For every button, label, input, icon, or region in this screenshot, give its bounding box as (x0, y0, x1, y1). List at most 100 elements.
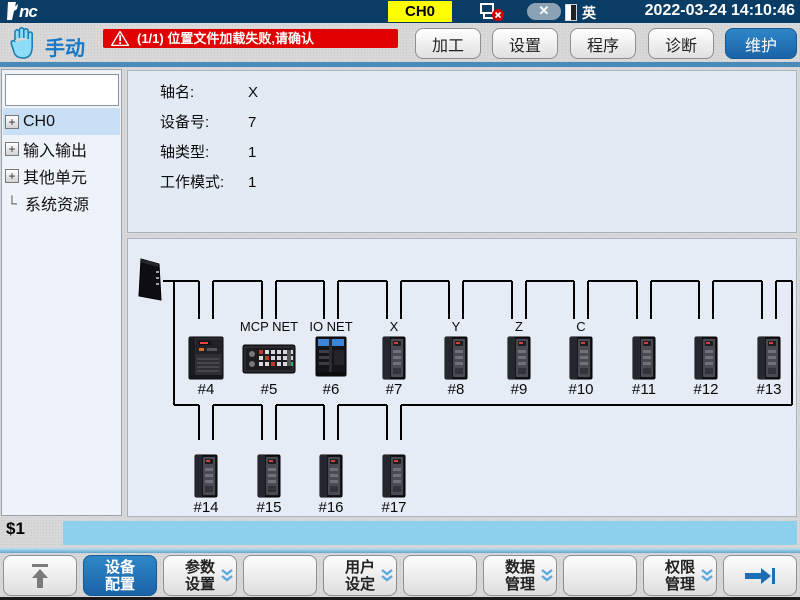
device-number-label: #16 (318, 499, 343, 516)
toolbar-button-device-config[interactable]: 设备配置 (83, 555, 157, 596)
expand-icon[interactable]: + (5, 169, 19, 183)
chevron-down-icon (700, 568, 714, 589)
menu-tab-diagnosis[interactable]: 诊断 (648, 28, 714, 59)
device-number-label: #17 (381, 499, 406, 516)
device-number-label: #7 (386, 381, 403, 398)
device-number-label: #15 (256, 499, 281, 516)
info-row: 轴名:X (160, 81, 258, 102)
info-label: 轴名: (160, 81, 248, 102)
device-node-5[interactable] (243, 345, 295, 373)
menu-underline (0, 62, 800, 67)
device-number-label: #12 (693, 381, 718, 398)
expand-icon[interactable]: + (5, 115, 19, 129)
device-node-17[interactable] (383, 455, 405, 497)
device-number-label: #8 (448, 381, 465, 398)
info-row: 设备号:7 (160, 111, 256, 132)
toolbar-button-data-management[interactable]: 数据管理 (483, 555, 557, 596)
device-node-11[interactable] (633, 337, 655, 379)
device-node-10[interactable] (570, 337, 592, 379)
info-value: 1 (248, 174, 256, 191)
device-axis-label: Y (452, 319, 461, 334)
toolbar-button-empty-2[interactable] (403, 555, 477, 596)
mode-label: 手动 (45, 32, 85, 61)
status-channel-label: $1 (6, 519, 25, 539)
device-number-label: #9 (511, 381, 528, 398)
sidebar-item-label: CH0 (23, 113, 55, 131)
device-node-4[interactable] (189, 337, 223, 379)
info-label: 工作模式: (160, 171, 248, 192)
menu-tab-machining[interactable]: 加工 (415, 28, 481, 59)
svg-text:nc: nc (19, 2, 38, 21)
alarm-banner[interactable]: (1/1) 位置文件加载失败,请确认 (103, 29, 398, 48)
channel-badge: CH0 (388, 1, 452, 22)
topology-panel: #4 MCP NET#5 IO NET#6 X#7 Y#8 (127, 238, 797, 517)
topology-diagram: #4 MCP NET#5 IO NET#6 X#7 Y#8 (128, 239, 796, 516)
toolbar-separator (0, 548, 800, 553)
input-strip[interactable] (63, 521, 797, 545)
device-axis-label: Z (515, 319, 523, 334)
next-arrow-icon (743, 566, 777, 586)
toolbar-button-label: 参数设置 (185, 559, 215, 593)
menu-tab-settings[interactable]: 设置 (492, 28, 558, 59)
alarm-text: (1/1) 位置文件加载失败,请确认 (137, 31, 314, 46)
device-node-9[interactable] (508, 337, 530, 379)
device-node-7[interactable] (383, 337, 405, 379)
language-label: 英 (582, 3, 596, 23)
toolbar-button-next-page[interactable] (723, 555, 797, 596)
menu-tab-maintenance[interactable]: 维护 (725, 28, 797, 59)
brand-logo: nc (6, 0, 66, 27)
chevron-down-icon (220, 568, 234, 589)
info-label: 轴类型: (160, 141, 248, 162)
sidebar-item-system-resources[interactable]: └系统资源 (3, 189, 120, 216)
device-node-15[interactable] (258, 455, 280, 497)
datetime-label: 2022-03-24 14:10:46 (645, 2, 795, 20)
device-node-16[interactable] (320, 455, 342, 497)
sidebar-item-input-output[interactable]: + 输入输出 (3, 135, 120, 162)
info-value: 1 (248, 144, 256, 161)
cnc-screen: nc CH0 ✕ 英 2022-03-24 14:10:46 手动 (1/1) … (0, 0, 800, 600)
device-number-label: #6 (323, 381, 340, 398)
device-node-8[interactable] (445, 337, 467, 379)
info-value: 7 (248, 114, 256, 131)
sidebar-item-ch0[interactable]: + CH0 (3, 108, 120, 135)
sidebar-tree-panel: + CH0 + 输入输出 + 其他单元└系统资源 (1, 69, 122, 516)
disconnect-x-icon: ✕ (527, 3, 561, 20)
device-number-label: #11 (632, 381, 656, 398)
hand-icon (8, 26, 38, 65)
expand-icon[interactable]: + (5, 142, 19, 156)
chevron-down-icon (540, 568, 554, 589)
warning-icon (111, 31, 129, 46)
toolbar-button-empty-3[interactable] (563, 555, 637, 596)
header-bar: nc CH0 ✕ 英 2022-03-24 14:10:46 (0, 0, 800, 23)
chevron-down-icon (380, 568, 394, 589)
toolbar-button-label: 设备配置 (105, 559, 135, 593)
device-number-label: #5 (261, 381, 278, 398)
device-axis-label: IO NET (309, 319, 352, 334)
device-node-12[interactable] (695, 337, 717, 379)
info-row: 轴类型:1 (160, 141, 256, 162)
axis-info-panel: 轴名:X设备号:7轴类型:1工作模式:1 (127, 70, 797, 233)
info-value: X (248, 84, 258, 101)
device-node-14[interactable] (195, 455, 217, 497)
tree-elbow-icon: └ (7, 195, 21, 211)
device-axis-label: X (390, 319, 399, 334)
sidebar-item-other-units[interactable]: + 其他单元 (3, 162, 120, 189)
sidebar-filter-box[interactable] (5, 74, 119, 106)
toolbar-button-label: 权限管理 (665, 559, 695, 593)
device-node-6[interactable] (316, 337, 346, 376)
menu-tab-program[interactable]: 程序 (570, 28, 636, 59)
device-node-controller[interactable] (139, 259, 161, 300)
toolbar-button-label: 数据管理 (505, 559, 535, 593)
sidebar-item-label: 系统资源 (25, 191, 89, 215)
device-number-label: #13 (756, 381, 781, 398)
toolbar-button-back[interactable] (3, 555, 77, 596)
sidebar-item-label: 输入输出 (23, 137, 87, 161)
info-label: 设备号: (160, 111, 248, 132)
toolbar-button-user-setting[interactable]: 用户设定 (323, 555, 397, 596)
device-number-label: #14 (193, 499, 218, 516)
toolbar-button-empty-1[interactable] (243, 555, 317, 596)
toolbar-button-param-settings[interactable]: 参数设置 (163, 555, 237, 596)
device-node-13[interactable] (758, 337, 780, 379)
sidebar-item-label: 其他单元 (23, 164, 87, 188)
toolbar-button-permission-management[interactable]: 权限管理 (643, 555, 717, 596)
